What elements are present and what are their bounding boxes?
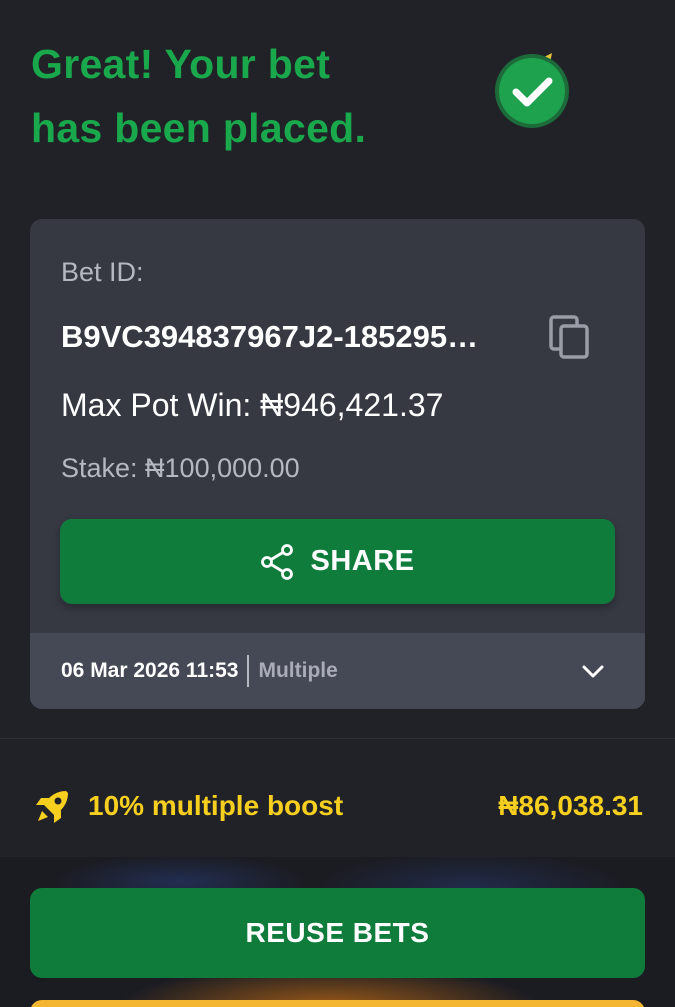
footer-divider — [247, 655, 250, 687]
share-button[interactable]: SHARE — [60, 519, 615, 604]
share-icon — [260, 543, 294, 580]
bet-type: Multiple — [258, 659, 338, 682]
bet-details-toggle[interactable]: 06 Mar 2026 11:53 Multiple — [30, 633, 645, 709]
section-divider — [0, 738, 675, 739]
copy-icon[interactable] — [548, 315, 590, 359]
check-circle-icon — [492, 51, 572, 131]
max-pot-win: Max Pot Win: ₦946,421.37 — [61, 387, 444, 423]
boost-amount: ₦86,038.31 — [498, 790, 643, 821]
bet-placed-heading-line2: has been placed. — [31, 105, 367, 151]
next-button-edge[interactable] — [30, 1000, 645, 1007]
reuse-bets-button[interactable]: REUSE BETS — [30, 888, 645, 978]
rocket-icon — [32, 787, 72, 827]
reuse-bets-label: REUSE BETS — [245, 917, 430, 948]
bet-placed-heading-line1: Great! Your bet — [31, 41, 331, 87]
multiple-boost-row: 10% multiple boost ₦86,038.31 — [0, 760, 675, 855]
share-button-label: SHARE — [310, 545, 415, 577]
bet-date: 06 Mar 2026 11:53 — [61, 659, 239, 682]
bet-id-value: B9VC394837967J2-185295… — [61, 319, 479, 354]
stake-amount: Stake: ₦100,000.00 — [61, 453, 300, 483]
bet-placed-heading: Great! Your bet has been placed. — [31, 32, 451, 160]
bet-receipt-card: Bet ID: B9VC394837967J2-185295… Max Pot … — [30, 219, 645, 709]
bet-id-label: Bet ID: — [61, 257, 144, 287]
boost-label: 10% multiple boost — [88, 790, 344, 821]
chevron-down-icon[interactable] — [581, 659, 605, 683]
